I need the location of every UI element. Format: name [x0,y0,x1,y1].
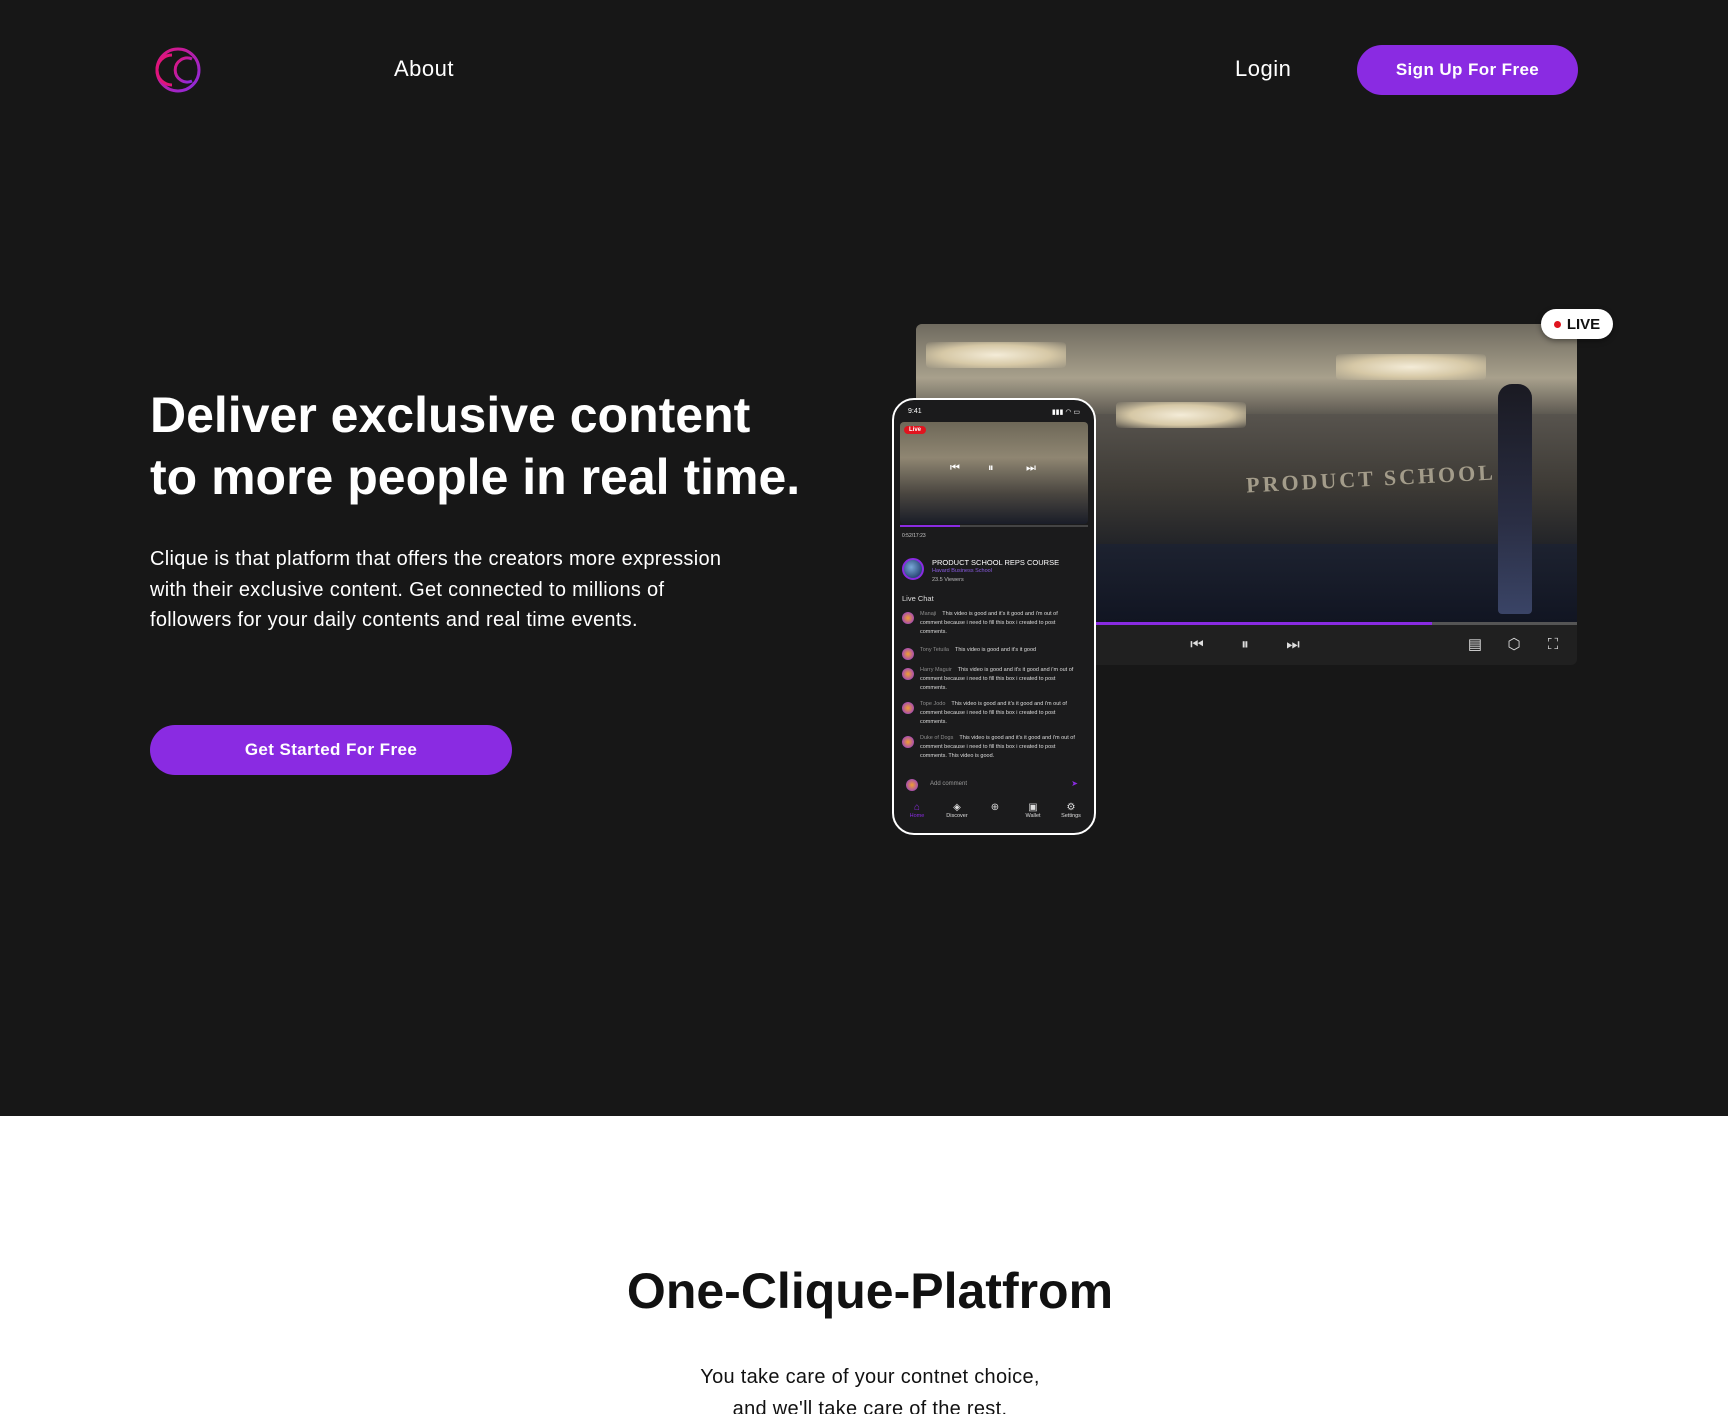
course-title: PRODUCT SCHOOL REPS COURSE [932,558,1060,567]
clique-logo-icon[interactable] [150,45,208,95]
get-started-button[interactable]: Get Started For Free [150,725,512,775]
send-icon[interactable]: ➤ [1071,779,1078,788]
captions-icon[interactable]: ▤ [1464,633,1486,655]
home-icon: ⌂ [913,802,921,813]
comment-input[interactable]: Add comment ➤ [902,778,1084,792]
chat-text: This video is good and it's it good and … [920,611,1058,635]
phone-video[interactable]: Live ⏮ ⏸ ⏭ [900,422,1088,524]
signup-button[interactable]: Sign Up For Free [1357,45,1578,95]
phone-mockup: 9:41 ▮▮▮ ◠ ▭ Live ⏮ ⏸ ⏭ 0:52/17:23 PRODU… [892,398,1096,835]
chat-user: Duke of Dogs [920,735,954,741]
hero-section: About Login Sign Up For Free Deliver exc… [0,0,1728,1116]
settings-hexagon-icon[interactable]: ⬡ [1503,633,1525,655]
chandelier [1336,354,1486,380]
hero-headline: Deliver exclusive content to more people… [150,384,870,508]
phone-skip-back-icon[interactable]: ⏮ [950,462,960,475]
nav-login-link[interactable]: Login [1235,56,1291,82]
live-chat-heading: Live Chat [902,594,934,603]
platform-section-subtitle-2: and we'll take care of the rest. [732,1398,1008,1414]
live-label: LIVE [1566,315,1601,333]
user-avatar [906,779,918,791]
live-dot-icon [1553,320,1561,328]
phone-live-badge: Live [904,426,927,434]
speaker-figure [1498,384,1532,614]
headline-line-2: to more people in real time. [150,449,801,505]
hero-description: Clique is that platform that offers the … [150,548,722,631]
nav-wallet[interactable]: ▣ Wallet [1018,802,1048,819]
nav-settings[interactable]: ⚙ Settings [1056,802,1086,819]
phone-progress-bar[interactable] [900,525,1088,527]
chat-user: Tope Jodo [920,701,946,707]
chat-avatar [902,736,914,748]
viewer-count: 23.5 Viewers [932,577,964,583]
platform-section-subtitle: You take care of your contnet choice, [700,1366,1040,1388]
chandelier [926,342,1066,368]
fullscreen-icon[interactable]: ⛶ [1542,633,1564,655]
phone-signal-icon: ▮▮▮ ◠ ▭ [1051,409,1080,416]
channel-avatar[interactable] [902,558,924,580]
comment-placeholder: Add comment [930,781,968,787]
course-subtitle: Havard Business School [932,568,992,574]
nav-about-link[interactable]: About [394,56,454,82]
skip-forward-icon[interactable]: ⏭ [1282,633,1304,655]
nav-add[interactable]: ⊕ [980,802,1010,813]
phone-pause-icon[interactable]: ⏸ [988,462,994,475]
settings-icon: ⚙ [1066,802,1076,813]
pause-icon[interactable]: ⏸ [1234,633,1256,655]
live-badge: LIVE [1541,309,1613,339]
nav-home[interactable]: ⌂ Home [902,802,932,819]
nav-discover[interactable]: ◈ Discover [942,802,972,819]
platform-section-title: One-Clique-Platfrom [626,1263,1114,1319]
wallet-icon: ▣ [1028,802,1038,813]
phone-bottom-nav: ⌂ Home ◈ Discover ⊕ ▣ Wallet ⚙ Settings [894,800,1094,833]
phone-timestamp: 0:52/17:23 [902,533,926,539]
chat-avatar [902,668,914,680]
phone-progress-fill [900,525,960,527]
phone-clock: 9:41 [908,408,922,415]
chat-avatar [902,702,914,714]
skip-back-icon[interactable]: ⏮ [1186,633,1208,655]
discover-icon: ◈ [953,802,961,813]
chat-user: Harry Maguir [920,667,952,673]
headline-line-1: Deliver exclusive content [150,387,751,443]
chat-text: This video is good and it's it good [954,647,1037,653]
plus-circle-icon: ⊕ [990,802,1000,813]
chat-avatar [902,612,914,624]
chat-user: Tony Tetuila [920,647,949,653]
chat-user: Manaji [920,611,937,617]
chandelier [1116,402,1246,428]
wall-signage: PRODUCT SCHOOL [1245,459,1497,498]
chat-avatar [902,648,914,660]
phone-skip-forward-icon[interactable]: ⏭ [1026,462,1036,475]
